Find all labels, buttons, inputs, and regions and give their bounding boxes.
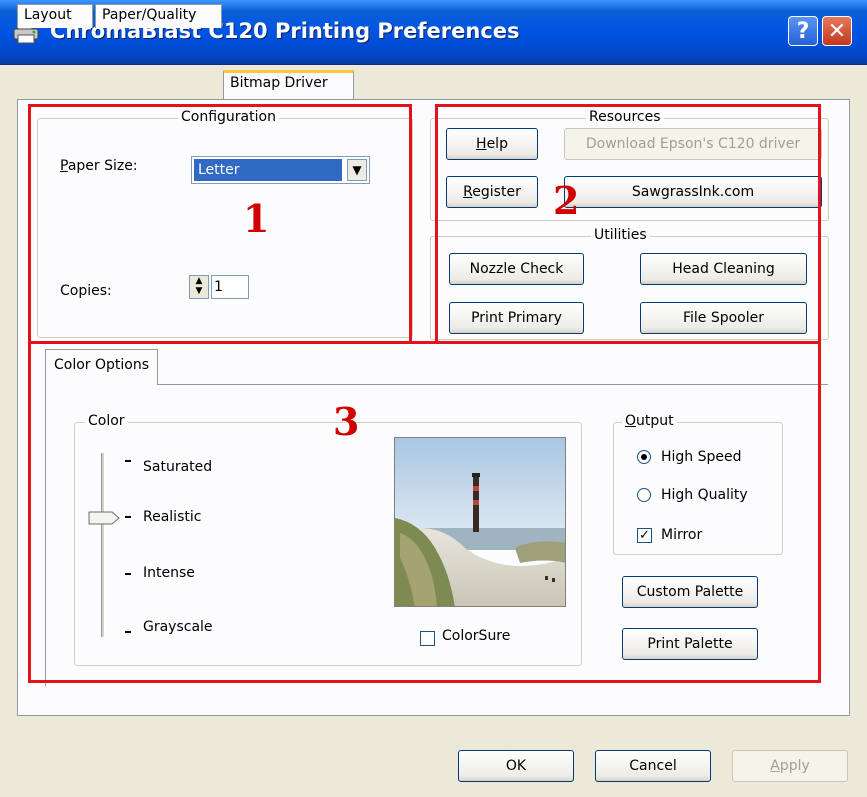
tab-paper-quality[interactable]: Paper/Quality	[95, 4, 222, 28]
help-title-button[interactable]: ?	[788, 16, 818, 46]
tab-layout[interactable]: Layout	[17, 4, 93, 28]
annotation-number-3: 3	[333, 399, 360, 444]
annotation-number-1: 1	[243, 196, 270, 241]
close-button[interactable]: ✕	[822, 16, 852, 46]
apply-button[interactable]: Apply	[732, 750, 848, 782]
tab-color-options-label: Color Options	[54, 357, 150, 373]
apply-label-rest: pply	[779, 758, 810, 774]
annotation-box-1	[28, 104, 412, 344]
tab-paper-quality-label: Paper/Quality	[102, 7, 197, 23]
annotation-box-2	[435, 104, 821, 344]
tab-bitmap-driver[interactable]: Bitmap Driver	[223, 70, 354, 99]
cancel-button[interactable]: Cancel	[595, 750, 711, 782]
annotation-box-3	[28, 341, 821, 683]
tab-bitmap-driver-label: Bitmap Driver	[230, 75, 328, 91]
tab-color-options[interactable]: Color Options	[45, 349, 159, 385]
annotation-number-2: 2	[553, 178, 580, 223]
printing-preferences-window: ChromaBlast C120 Printing Preferences ? …	[0, 0, 867, 797]
tab-layout-label: Layout	[24, 7, 72, 23]
ok-button[interactable]: OK	[458, 750, 574, 782]
